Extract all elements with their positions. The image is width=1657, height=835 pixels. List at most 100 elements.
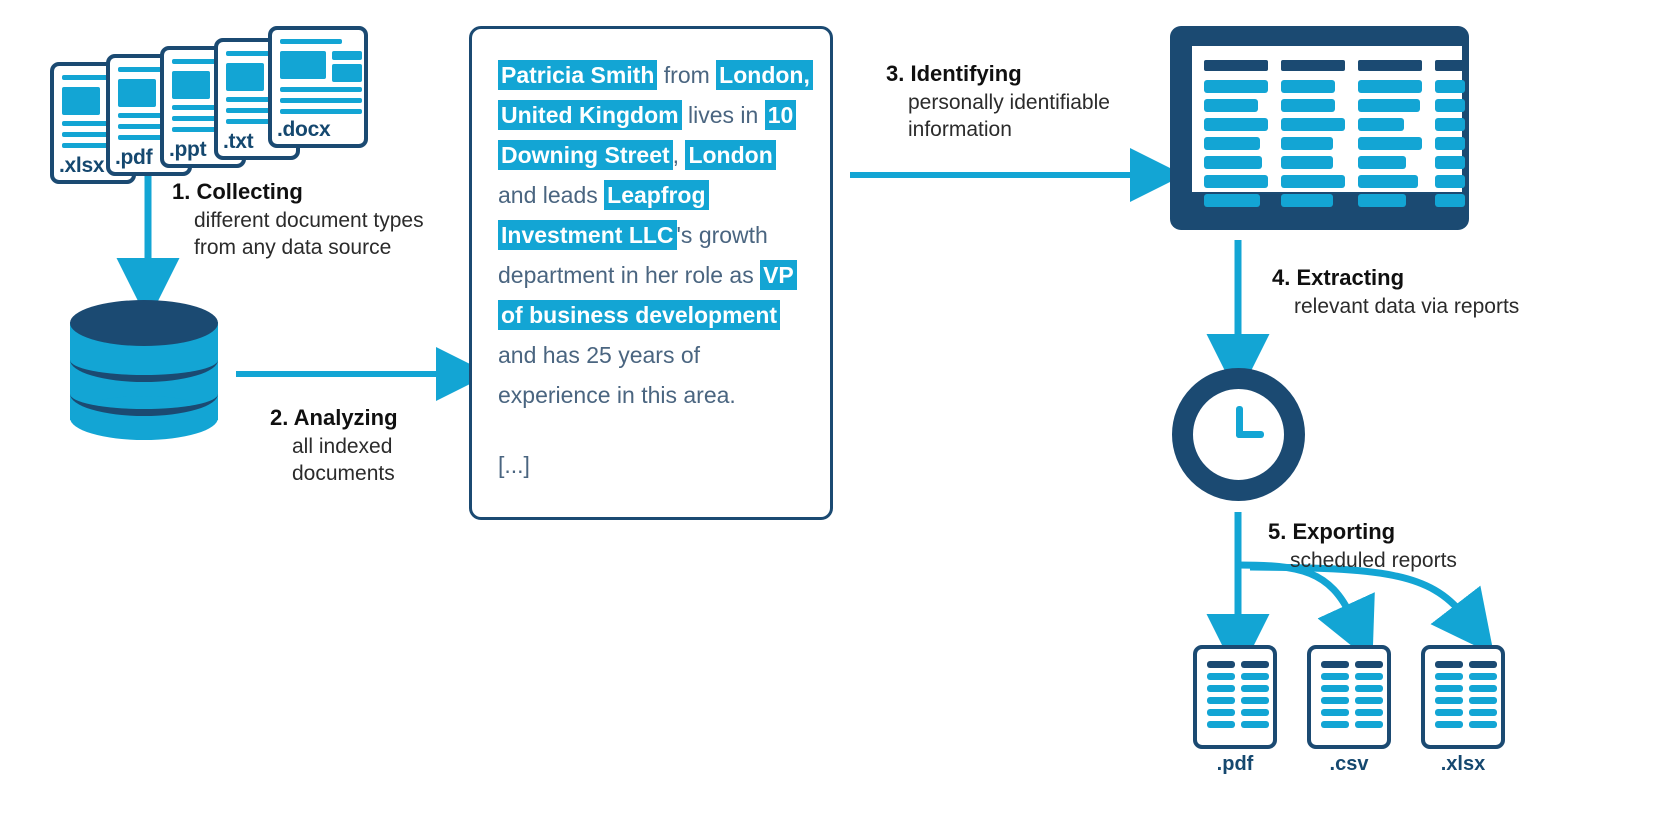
document-text-run: from (657, 62, 717, 88)
output-row (1435, 685, 1463, 692)
table-cell (1204, 80, 1268, 93)
output-row (1241, 697, 1269, 704)
input-file-label: .txt (223, 130, 254, 153)
output-file-label: .pdf (1216, 753, 1254, 775)
database-icon (70, 300, 218, 440)
table-cell (1435, 194, 1465, 207)
table-header-cell (1204, 60, 1268, 71)
table-cell (1358, 175, 1418, 188)
output-row (1207, 721, 1235, 728)
output-row (1435, 709, 1463, 716)
table-cell (1358, 137, 1422, 150)
table-cell (1281, 137, 1333, 150)
table-cell (1435, 137, 1465, 150)
output-row (1241, 673, 1269, 680)
output-row-header (1207, 661, 1235, 668)
step-exporting-desc: scheduled reports (1290, 548, 1457, 572)
step-extracting-desc: relevant data via reports (1294, 294, 1520, 318)
document-text-run: , (672, 142, 686, 168)
output-row-header (1469, 661, 1497, 668)
output-row (1469, 673, 1497, 680)
table-cell (1281, 99, 1335, 112)
step-exporting-title: 5. Exporting (1268, 519, 1396, 544)
table-cell (1435, 118, 1465, 131)
doc-content-lines (280, 39, 362, 114)
table-cell (1204, 137, 1260, 150)
input-file-label: .ppt (169, 138, 207, 161)
table-cell (1204, 156, 1262, 169)
output-file-xlsx[interactable]: .xlsx (1421, 645, 1505, 775)
step-analyzing-title: 2. Analyzing (270, 405, 398, 430)
table-cell (1435, 156, 1465, 169)
table-header-cell (1358, 60, 1422, 71)
results-monitor (1170, 26, 1469, 230)
step-extracting-title: 4. Extracting (1272, 265, 1405, 290)
output-row (1207, 685, 1235, 692)
output-row (1355, 697, 1383, 704)
step-extracting: 4. Extracting relevant data via reports (1272, 264, 1519, 320)
table-cell (1358, 99, 1420, 112)
step-collecting-title: 1. Collecting (172, 179, 303, 204)
output-row (1469, 709, 1497, 716)
input-document-stack: .xlsx .pdf .ppt .txt .docx (44, 24, 374, 184)
output-row-header (1355, 661, 1383, 668)
table-cell (1204, 99, 1258, 112)
table-header-cell (1281, 60, 1345, 71)
table-cell (1358, 156, 1406, 169)
table-cell (1281, 194, 1333, 207)
output-row (1321, 697, 1349, 704)
output-file-label: .xlsx (1440, 753, 1486, 775)
output-row (1241, 709, 1269, 716)
document-text-run: lives in (681, 102, 765, 128)
step-exporting: 5. Exporting scheduled reports (1268, 518, 1457, 574)
output-row (1355, 685, 1383, 692)
output-row-header (1241, 661, 1269, 668)
output-row (1355, 673, 1383, 680)
step-analyzing: 2. Analyzing all indexed documents (270, 404, 398, 487)
table-cell (1435, 99, 1465, 112)
output-row-header (1321, 661, 1349, 668)
output-row (1321, 709, 1349, 716)
table-cell (1358, 118, 1404, 131)
table-cell (1204, 118, 1268, 131)
diagram-canvas: .xlsx .pdf .ppt .txt .docx 1. Collecting… (0, 0, 1657, 835)
step-analyzing-desc: all indexed documents (292, 434, 395, 485)
output-row (1355, 709, 1383, 716)
output-row (1469, 697, 1497, 704)
output-row (1241, 721, 1269, 728)
arrow-exporting-xlsx (1249, 563, 1494, 655)
output-row (1207, 709, 1235, 716)
output-row (1207, 697, 1235, 704)
table-cell (1281, 118, 1345, 131)
output-row (1321, 673, 1349, 680)
table-cell (1358, 80, 1422, 93)
document-text-body: Patricia Smith from London, United Kingd… (472, 29, 830, 485)
pii-highlight: Patricia Smith (498, 60, 658, 90)
document-text-run: and has 25 years of experience in this a… (498, 342, 736, 408)
step-identifying-desc: personally identifiable information (908, 90, 1110, 141)
table-cell (1281, 80, 1335, 93)
step-collecting: 1. Collecting different document types f… (172, 178, 424, 261)
table-cell (1435, 80, 1465, 93)
output-row (1241, 685, 1269, 692)
step-identifying-title: 3. Identifying (886, 61, 1022, 86)
table-cell (1204, 194, 1260, 207)
output-file-label: .csv (1329, 753, 1369, 775)
table-cell (1358, 194, 1406, 207)
document-text-run: and leads (498, 182, 605, 208)
output-row (1469, 685, 1497, 692)
input-file-label: .xlsx (59, 154, 105, 177)
table-cell (1204, 175, 1268, 188)
results-table (1192, 46, 1465, 207)
step-identifying: 3. Identifying personally identifiable i… (886, 60, 1110, 143)
output-file-csv[interactable]: .csv (1307, 645, 1391, 775)
document-text-card: Patricia Smith from London, United Kingd… (469, 26, 833, 520)
output-file-pdf[interactable]: .pdf (1193, 645, 1277, 775)
output-row (1207, 673, 1235, 680)
input-file-label: .docx (277, 118, 331, 141)
input-file-docx[interactable]: .docx (268, 26, 368, 148)
table-cell (1281, 156, 1333, 169)
document-text-continuation: [...] (498, 452, 530, 478)
output-row (1435, 697, 1463, 704)
output-row (1469, 721, 1497, 728)
